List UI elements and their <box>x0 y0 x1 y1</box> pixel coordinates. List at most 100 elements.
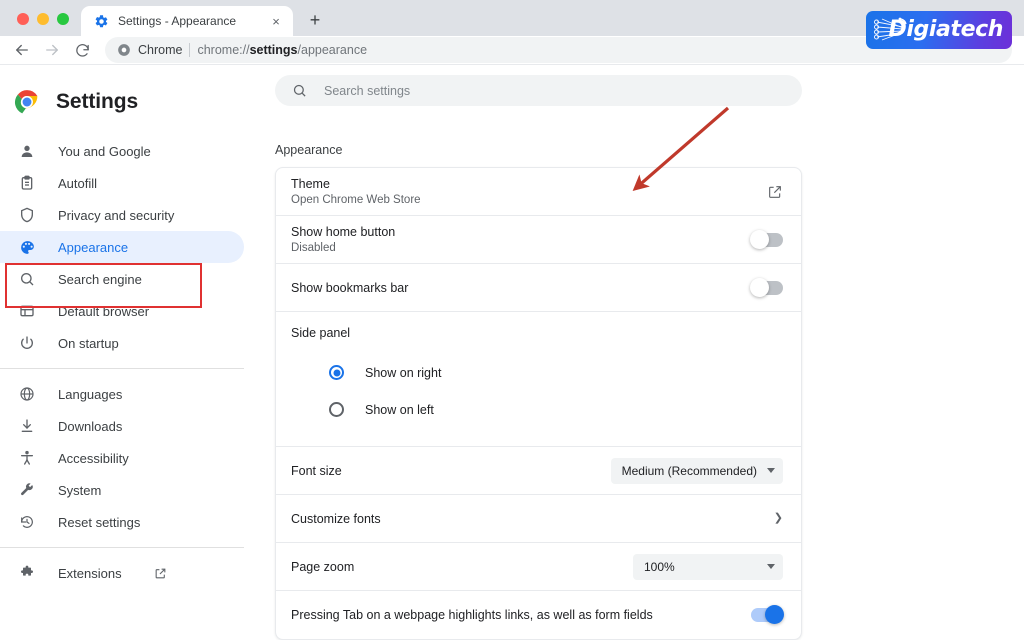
external-link-icon[interactable] <box>767 184 783 200</box>
page-zoom-select[interactable]: 100% <box>633 553 783 580</box>
back-icon[interactable] <box>8 36 36 64</box>
sidebar-item-label: Downloads <box>58 418 123 434</box>
logo-text: Digiatech <box>888 17 1004 42</box>
sidebar-item-reset-settings[interactable]: Reset settings <box>0 506 244 538</box>
sidebar-item-downloads[interactable]: Downloads <box>0 410 244 442</box>
row-title: Customize fonts <box>291 511 381 526</box>
row-subtitle: Disabled <box>291 242 336 254</box>
settings-header: Settings <box>0 79 260 125</box>
search-row <box>260 65 1024 106</box>
sidebar-item-label: Appearance <box>58 239 129 255</box>
browser-tab[interactable]: Settings - Appearance × <box>81 6 293 36</box>
search-input[interactable] <box>324 83 785 98</box>
page-zoom-value: 100% <box>644 559 675 574</box>
row-font-size[interactable]: Font size Medium (Recommended) <box>276 447 801 495</box>
font-size-select[interactable]: Medium (Recommended) <box>610 457 783 484</box>
sidebar-item-label: Accessibility <box>58 450 129 466</box>
sidebar-item-label: Default browser <box>58 303 150 319</box>
row-title: Show home button <box>291 225 396 239</box>
radio-label: Show on left <box>365 402 434 417</box>
restore-icon <box>18 513 36 531</box>
tab-close-icon[interactable]: × <box>268 13 284 29</box>
side-panel-title: Side panel <box>291 326 351 340</box>
url-divider <box>189 43 191 57</box>
section-title: Appearance <box>275 143 343 157</box>
row-title: Pressing Tab on a webpage highlights lin… <box>291 608 653 622</box>
url-scheme-chip: Chrome <box>138 43 183 57</box>
url-text: chrome://settings/appearance <box>197 43 367 57</box>
download-icon <box>18 417 36 435</box>
external-link-icon <box>154 567 167 580</box>
sidebar-nav-list: You and Google Autofill Privacy and secu… <box>0 135 260 589</box>
maximize-window-button[interactable] <box>57 13 69 25</box>
sidebar-item-label: Extensions <box>58 565 122 581</box>
row-theme[interactable]: Theme Open Chrome Web Store <box>276 168 801 216</box>
window-traffic-lights <box>0 13 81 36</box>
sidebar-divider <box>0 368 244 369</box>
appearance-settings-card: Theme Open Chrome Web Store Show home bu… <box>275 167 802 640</box>
sidebar-item-search-engine[interactable]: Search engine <box>0 263 244 295</box>
radio-show-on-left[interactable]: Show on left <box>291 391 786 428</box>
shield-icon <box>18 206 36 224</box>
row-title: Font size <box>291 463 342 478</box>
row-title: Show bookmarks bar <box>291 280 409 295</box>
sidebar-divider <box>0 547 244 548</box>
chrome-icon <box>118 44 130 56</box>
close-window-button[interactable] <box>17 13 29 25</box>
settings-sidebar: Settings You and Google Autofill Privacy <box>0 65 260 581</box>
new-tab-button[interactable]: + <box>301 6 329 34</box>
power-icon <box>18 334 36 352</box>
url-bold-segment: settings <box>249 43 298 57</box>
sidebar-item-default-browser[interactable]: Default browser <box>0 295 244 327</box>
sidebar-item-label: Languages <box>58 386 123 402</box>
sidebar-item-accessibility[interactable]: Accessibility <box>0 442 244 474</box>
radio-label: Show on right <box>365 365 442 380</box>
chevron-down-icon <box>767 468 775 473</box>
sidebar-item-label: Reset settings <box>58 514 141 530</box>
search-settings-box[interactable] <box>275 75 802 106</box>
forward-icon[interactable] <box>38 36 66 64</box>
url-prefix: chrome:// <box>197 43 250 57</box>
sidebar-item-autofill[interactable]: Autofill <box>0 167 244 199</box>
page-title: Settings <box>56 90 139 113</box>
sidebar-item-label: On startup <box>58 335 119 351</box>
chrome-logo-icon <box>14 90 39 114</box>
show-bookmarks-bar-toggle[interactable] <box>750 277 783 297</box>
settings-page: Settings You and Google Autofill Privacy <box>0 65 1024 640</box>
row-title: Page zoom <box>291 559 355 574</box>
sidebar-item-extensions[interactable]: Extensions <box>0 557 244 589</box>
digiatech-logo: Digiatech <box>866 11 1012 49</box>
wrench-icon <box>18 481 36 499</box>
radio-button[interactable] <box>329 402 344 417</box>
font-size-value: Medium (Recommended) <box>621 463 757 478</box>
row-show-home-button[interactable]: Show home button Disabled <box>276 216 801 264</box>
person-icon <box>18 142 36 160</box>
sidebar-item-languages[interactable]: Languages <box>0 378 244 410</box>
sidebar-item-label: Autofill <box>58 175 98 191</box>
reload-icon[interactable] <box>68 36 96 64</box>
accessibility-icon <box>18 449 36 467</box>
radio-show-on-right[interactable]: Show on right <box>291 354 786 391</box>
show-home-button-toggle[interactable] <box>750 229 783 249</box>
row-side-panel: Side panel Show on right Show on left <box>276 312 801 447</box>
sidebar-item-on-startup[interactable]: On startup <box>0 327 244 359</box>
sidebar-item-label: System <box>58 482 102 498</box>
search-icon <box>292 83 308 99</box>
sidebar-item-appearance[interactable]: Appearance <box>0 231 244 263</box>
tab-highlight-toggle[interactable] <box>751 605 784 624</box>
row-tab-highlight[interactable]: Pressing Tab on a webpage highlights lin… <box>276 591 801 639</box>
sidebar-item-label: You and Google <box>58 143 151 159</box>
sidebar-item-you-and-google[interactable]: You and Google <box>0 135 244 167</box>
row-subtitle: Open Chrome Web Store <box>291 194 421 206</box>
magnifier-icon <box>18 270 36 288</box>
row-show-bookmarks-bar[interactable]: Show bookmarks bar <box>276 264 801 312</box>
row-customize-fonts[interactable]: Customize fonts ❯ <box>276 495 801 543</box>
minimize-window-button[interactable] <box>37 13 49 25</box>
row-page-zoom[interactable]: Page zoom 100% <box>276 543 801 591</box>
sidebar-item-system[interactable]: System <box>0 474 244 506</box>
sidebar-item-label: Privacy and security <box>58 207 175 223</box>
url-suffix: /appearance <box>297 43 368 57</box>
puzzle-icon <box>18 564 36 582</box>
sidebar-item-privacy-and-security[interactable]: Privacy and security <box>0 199 244 231</box>
radio-button[interactable] <box>329 365 344 380</box>
